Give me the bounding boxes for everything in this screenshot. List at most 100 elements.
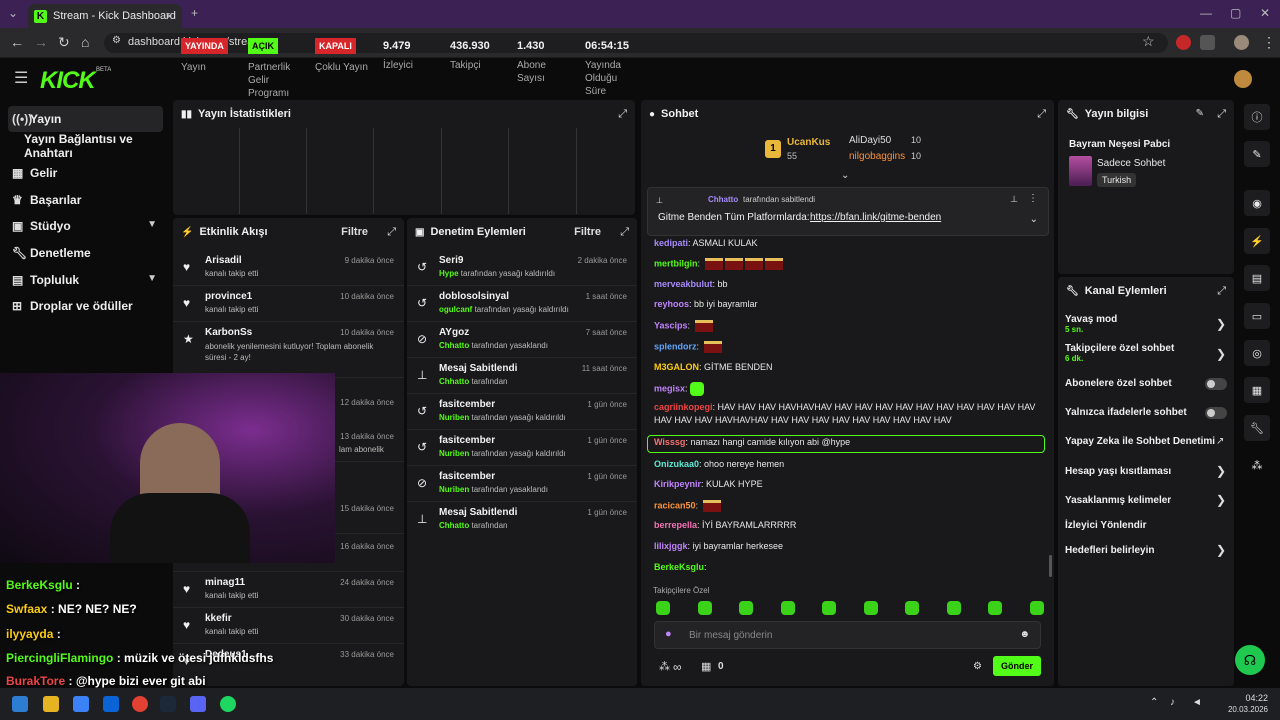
leaderboard-top-user[interactable]: UcanKus: [787, 137, 830, 148]
goals-item[interactable]: Hedefleri belirleyin: [1065, 545, 1154, 556]
chat-username[interactable]: merveakbulut: [654, 279, 713, 289]
bolt-icon[interactable]: ⚡: [1244, 228, 1270, 254]
emote-icon[interactable]: [905, 601, 919, 615]
mod-target[interactable]: Mesaj Sabitlendi: [439, 363, 517, 374]
chat-username[interactable]: cagriinkopegi: [654, 402, 713, 412]
tab-search-icon[interactable]: ⌄: [8, 6, 18, 20]
home-icon[interactable]: ⌂: [81, 34, 89, 50]
hamburger-menu-icon[interactable]: ☰: [14, 68, 28, 88]
store-icon[interactable]: [73, 696, 89, 712]
account-age-item[interactable]: Hesap yaşı kısıtlaması: [1065, 466, 1171, 477]
mod-actor[interactable]: Chhatto: [439, 521, 469, 530]
emote-icon[interactable]: [739, 601, 753, 615]
outlook-icon[interactable]: [103, 696, 119, 712]
mod-target[interactable]: fasitcember: [439, 435, 495, 446]
users-icon[interactable]: ⁂: [659, 660, 670, 673]
edit-pencil-icon[interactable]: ✎: [1196, 108, 1204, 119]
emote-icon[interactable]: [1029, 601, 1044, 615]
panels-icon[interactable]: ▦: [1244, 377, 1270, 403]
mod-actor[interactable]: Chhatto: [439, 341, 469, 350]
maximize-icon[interactable]: ▢: [1230, 6, 1241, 20]
volume-icon[interactable]: ◄: [1192, 697, 1202, 708]
mod-target[interactable]: Mesaj Sabitlendi: [439, 507, 517, 518]
more-icon[interactable]: ⋮: [1028, 193, 1038, 204]
expand-icon[interactable]: ⤢: [1217, 285, 1226, 298]
settings-gear-icon[interactable]: ⚙: [973, 661, 982, 672]
chat-username[interactable]: splendorz: [654, 341, 697, 351]
community-icon[interactable]: ⁂: [1244, 452, 1270, 478]
user-avatar[interactable]: [1234, 70, 1252, 88]
expand-icon[interactable]: ⤢: [1217, 108, 1226, 121]
mod-actor[interactable]: Nuriben: [439, 449, 469, 458]
kick-logo[interactable]: KICK: [40, 67, 96, 95]
profile-avatar[interactable]: [1234, 35, 1249, 50]
sidebar-item-topluluk[interactable]: ▤ Topluluk ▼: [8, 267, 163, 293]
leaderboard-third-user[interactable]: nilgobaggins: [849, 151, 905, 162]
edit-pencil-icon[interactable]: ✎: [1244, 141, 1270, 167]
sidebar-item-studyo[interactable]: ▣ Stüdyo ▼: [8, 213, 163, 239]
steam-icon[interactable]: [160, 696, 176, 712]
document-icon[interactable]: ▤: [1244, 265, 1270, 291]
chat-username[interactable]: Kirikpeynir: [654, 479, 701, 489]
emote-icon[interactable]: [780, 601, 795, 615]
browser-menu-icon[interactable]: ⋮: [1262, 34, 1276, 51]
mod-target[interactable]: doblosolsinyal: [439, 291, 509, 302]
sidebar-item-stream-key[interactable]: Yayın Bağlantısı ve Anahtarı: [8, 132, 163, 160]
chevron-right-icon[interactable]: ❯: [1216, 464, 1226, 478]
filter-button[interactable]: Filtre: [341, 226, 368, 238]
ai-moderation-item[interactable]: Yapay Zeka ile Sohbet Denetimi: [1065, 436, 1215, 447]
chevron-right-icon[interactable]: ❯: [1216, 347, 1226, 361]
category-thumbnail[interactable]: [1069, 156, 1092, 186]
slow-mode-item[interactable]: Yavaş mod 5 sn.: [1065, 314, 1117, 334]
windows-start-icon[interactable]: [12, 696, 28, 712]
discord-icon[interactable]: [190, 696, 206, 712]
extensions-puzzle-icon[interactable]: [1200, 35, 1215, 50]
activity-user[interactable]: province1: [205, 291, 252, 302]
chevron-down-icon[interactable]: ⌄: [1030, 214, 1038, 225]
chat-username[interactable]: M3GALON: [654, 362, 699, 372]
host-redirect-item[interactable]: İzleyici Yönlendir: [1065, 520, 1147, 531]
chevron-right-icon[interactable]: ❯: [1216, 317, 1226, 331]
chat-username[interactable]: Wisssg: [654, 437, 685, 447]
filter-button[interactable]: Filtre: [574, 226, 601, 238]
mod-target[interactable]: Seri9: [439, 255, 463, 266]
chat-username[interactable]: Yascips: [654, 320, 688, 330]
chat-input[interactable]: ● Bir mesaj gönderin ☻: [654, 621, 1041, 649]
chat-username[interactable]: BerkeKsglu: [654, 562, 704, 572]
emote-only-toggle[interactable]: [1205, 407, 1227, 419]
expand-icon[interactable]: ⤢: [387, 226, 396, 239]
gift-icon[interactable]: ▦: [701, 660, 711, 673]
mod-actor[interactable]: Chhatto: [439, 377, 469, 386]
emote-icon[interactable]: [697, 601, 712, 615]
sidebar-item-basarilar[interactable]: ♛ Başarılar: [8, 187, 163, 213]
emote-icon[interactable]: [822, 601, 836, 615]
emote-icon[interactable]: [946, 601, 961, 615]
tray-chevron-icon[interactable]: ⌃: [1150, 697, 1158, 708]
close-tab-icon[interactable]: ✕: [165, 10, 174, 23]
chat-username[interactable]: racican50: [654, 500, 696, 510]
chat-username[interactable]: lilixjggk: [654, 541, 688, 551]
activity-user[interactable]: Arisadil: [205, 255, 242, 266]
chat-username[interactable]: megisx: [654, 383, 685, 393]
unpin-icon[interactable]: ⊥: [1010, 194, 1018, 205]
emote-icon[interactable]: [656, 601, 670, 615]
support-headset-icon[interactable]: ☊: [1235, 645, 1265, 675]
chat-scrollbar[interactable]: [1049, 555, 1052, 577]
chat-bubble-icon[interactable]: ▭: [1244, 303, 1270, 329]
spotify-icon[interactable]: [220, 696, 236, 712]
chevron-right-icon[interactable]: ❯: [1216, 543, 1226, 557]
mod-target[interactable]: fasitcember: [439, 471, 495, 482]
banned-words-item[interactable]: Yasaklanmış kelimeler: [1065, 495, 1171, 506]
mod-actor[interactable]: Nuriben: [439, 485, 469, 494]
activity-user[interactable]: KarbonSs: [205, 327, 252, 338]
forward-icon[interactable]: →: [34, 34, 48, 50]
activity-user[interactable]: minag11: [205, 577, 245, 588]
chevron-right-icon[interactable]: ❯: [1216, 493, 1226, 507]
mod-target[interactable]: AYgoz: [439, 327, 469, 338]
mic-tray-icon[interactable]: ♪: [1170, 697, 1175, 708]
chat-username[interactable]: mertbilgin: [654, 258, 698, 268]
category-name[interactable]: Sadece Sohbet: [1097, 158, 1165, 169]
reload-icon[interactable]: ↻: [58, 34, 70, 51]
clock-time[interactable]: 04:22: [1226, 693, 1268, 703]
extension-icon[interactable]: [1176, 35, 1191, 50]
